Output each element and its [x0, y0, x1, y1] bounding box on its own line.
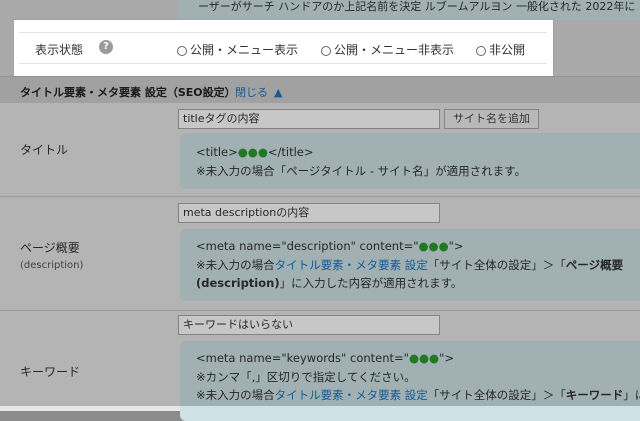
title-dots: ●●●	[237, 145, 268, 159]
keywords-note-mid: 「サイト全体の設定」＞「	[427, 388, 566, 402]
keywords-label: キーワード	[20, 365, 81, 379]
title-label: タイトル	[20, 143, 69, 157]
keywords-input[interactable]: キーワードはいらない	[178, 315, 440, 335]
visibility-row: 表示状態 ? 公開・メニュー表示 公開・メニュー非表示 非公開	[19, 32, 547, 64]
radio-public-menu-shown[interactable]: 公開・メニュー表示	[177, 41, 298, 58]
radio-private[interactable]: 非公開	[476, 41, 525, 58]
description-row: ページ概要 (description) meta descriptionの内容 …	[0, 197, 640, 311]
seo-settings-link-2[interactable]: タイトル要素・メタ要素 設定	[275, 388, 428, 402]
description-note-suffix: 」に入力した内容が適用されます。	[279, 276, 463, 290]
description-note-bold: ページ概要	[565, 258, 624, 272]
keywords-info-line3: ※未入力の場合タイトル要素・メタ要素 設定「サイト全体の設定」＞「キーワード」に	[196, 387, 640, 403]
keywords-note-bold: キーワード	[565, 388, 624, 402]
keywords-note-prefix: ※未入力の場合	[196, 388, 275, 402]
triangle-up-icon: ▲	[274, 86, 283, 99]
radio-public-menu-hidden[interactable]: 公開・メニュー非表示	[321, 41, 454, 58]
question-circle-icon[interactable]: ?	[99, 40, 113, 54]
info-box-top-text: ーザーがサーチ ハンドアのか上記名前を決定 ルブームアルヨン 一般化された 20…	[198, 0, 636, 12]
seo-settings-link[interactable]: タイトル要素・メタ要素 設定	[275, 258, 428, 272]
description-info-line1: <meta name="description" content="●●●">	[196, 239, 464, 253]
title-code-close: </title>	[267, 145, 314, 159]
keywords-code-close: ">	[439, 351, 454, 365]
description-note-mid: 「サイト全体の設定」＞「	[427, 258, 566, 272]
description-sublabel: (description)	[20, 260, 84, 271]
seo-section-header: タイトル要素・メタ要素 設定（SEO設定） 閉じる ▲	[0, 76, 640, 104]
visibility-label: 表示状態	[35, 43, 84, 57]
keywords-row: キーワード キーワードはいらない <meta name="keywords" c…	[0, 311, 640, 421]
close-link[interactable]: 閉じる ▲	[235, 84, 282, 100]
description-row-label: ページ概要 (description)	[20, 239, 168, 271]
description-note-bold2: (description)	[196, 276, 280, 290]
keywords-info-line2: ※カンマ「,」区切りで指定してください。	[196, 370, 416, 384]
description-input[interactable]: meta descriptionの内容	[178, 203, 440, 223]
radio-label-private[interactable]: 非公開	[489, 43, 525, 57]
description-note-prefix: ※未入力の場合	[196, 258, 275, 272]
keywords-row-label: キーワード	[20, 363, 168, 380]
keywords-info-line1: <meta name="keywords" content="●●●">	[196, 351, 454, 365]
close-link-label[interactable]: 閉じる	[235, 86, 268, 99]
title-info-line2: ※未入力の場合「ページタイトル - サイト名」が適用されます。	[196, 164, 526, 178]
radio-circle-icon[interactable]	[321, 46, 331, 56]
description-label: ページ概要	[20, 241, 80, 255]
radio-label-public-menu-shown[interactable]: 公開・メニュー表示	[190, 43, 298, 57]
keywords-code-open: <meta name="keywords" content="	[196, 351, 409, 365]
radio-circle-icon[interactable]	[476, 46, 486, 56]
description-code-open: <meta name="description" content="	[196, 239, 419, 253]
description-info-line3: (description)」に入力した内容が適用されます。	[196, 275, 462, 291]
title-row: タイトル titleタグの内容 サイト名を追加 <title>●●●</titl…	[0, 103, 640, 197]
description-info-box: <meta name="description" content="●●●"> …	[180, 229, 640, 301]
description-code-close: ">	[448, 239, 464, 253]
title-info-line1: <title>●●●</title>	[196, 145, 314, 159]
title-info-box: <title>●●●</title> ※未入力の場合「ページタイトル - サイト…	[180, 133, 640, 189]
description-info-line2: ※未入力の場合タイトル要素・メタ要素 設定「サイト全体の設定」＞「ページ概要	[196, 257, 623, 273]
radio-circle-icon[interactable]	[177, 46, 187, 56]
description-dots: ●●●	[418, 239, 449, 253]
keywords-dots: ●●●	[408, 351, 440, 365]
seo-section-title: タイトル要素・メタ要素 設定（SEO設定）	[20, 86, 236, 99]
title-code-open: <title>	[196, 145, 238, 159]
keywords-info-box: <meta name="keywords" content="●●●"> ※カン…	[180, 341, 640, 421]
title-input[interactable]: titleタグの内容	[178, 109, 440, 129]
add-site-name-button[interactable]: サイト名を追加	[444, 109, 539, 129]
keywords-note-suffix: 」に	[623, 388, 640, 402]
radio-label-public-menu-hidden[interactable]: 公開・メニュー非表示	[334, 43, 454, 57]
visibility-card: 表示状態 ? 公開・メニュー表示 公開・メニュー非表示 非公開	[14, 20, 553, 76]
title-row-label: タイトル	[20, 141, 168, 158]
